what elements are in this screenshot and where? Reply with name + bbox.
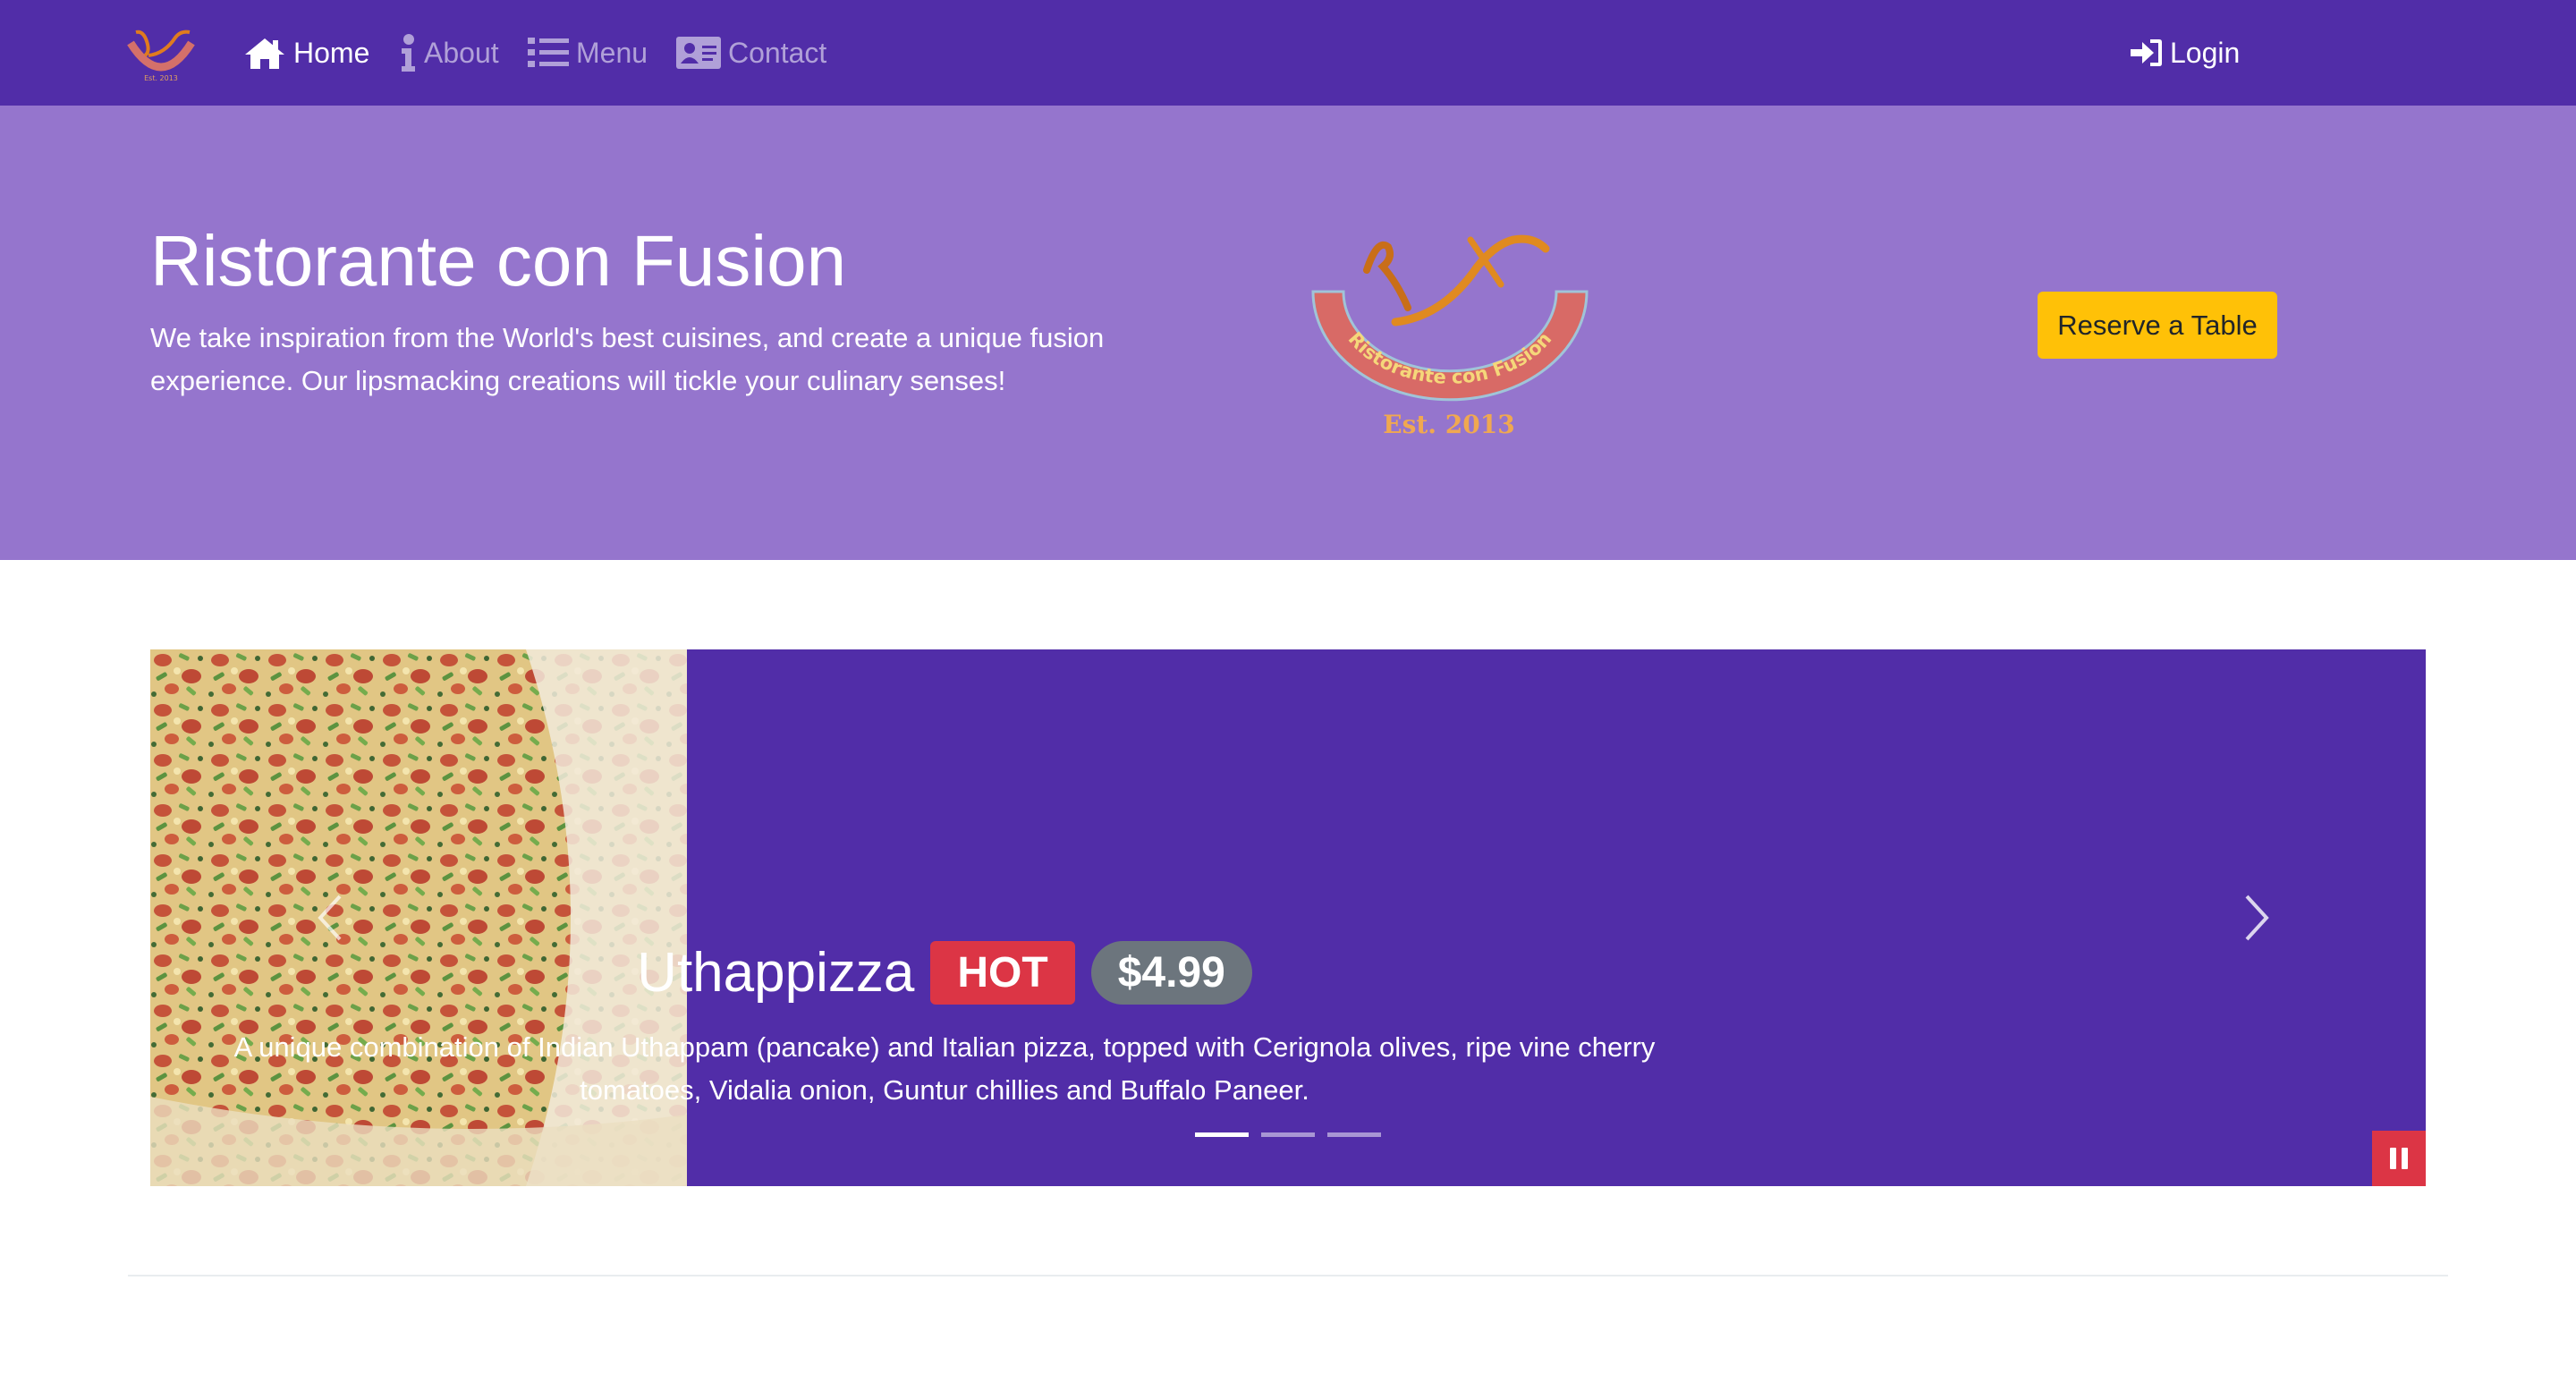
carousel-next-button[interactable] [2227,891,2281,945]
nav-item-label: Menu [576,36,648,69]
address-card-icon [676,37,721,69]
pause-icon [2402,1148,2408,1169]
list-icon [528,38,569,67]
nav-item-label: Home [293,36,370,69]
brand-logo[interactable]: Est. 2013 [125,21,197,84]
nav-item-label: Contact [728,36,827,69]
pause-icon [2390,1148,2396,1169]
restaurant-logo: Ristorante con Fusion Est. 2013 [1288,211,1610,444]
nav-item-home[interactable]: Home [243,0,369,106]
restaurant-logo-icon: Ristorante con Fusion Est. 2013 [1311,234,1589,439]
dish-name: Uthappizza [637,942,915,1004]
sign-in-icon [2131,39,2162,66]
chevron-left-icon [318,895,342,941]
section-divider [128,1275,2448,1276]
carousel-indicators [1195,1132,1381,1137]
carousel-prev-button[interactable] [306,891,360,945]
nav-item-label: About [424,36,499,69]
svg-text:Est. 2013: Est. 2013 [1383,410,1514,439]
hot-badge: HOT [930,941,1075,1005]
caption-title: Uthappizza HOT $4.99 [150,941,1739,1005]
info-icon [402,34,415,72]
carousel-indicator[interactable] [1261,1132,1315,1137]
price-badge: $4.99 [1090,941,1252,1005]
login-label: Login [2170,36,2241,69]
carousel-pause-button[interactable] [2372,1131,2426,1186]
nav-item-menu[interactable]: Menu [528,0,648,106]
restaurant-logo-icon: Est. 2013 [127,30,195,82]
jumbotron-description: We take inspiration from the World's bes… [150,322,1105,396]
featured-carousel: Uthappizza HOT $4.99 A unique combinatio… [150,649,2426,1186]
nav-item-about[interactable]: About [399,0,499,106]
nav-item-contact[interactable]: Contact [676,0,826,106]
carousel-caption: Uthappizza HOT $4.99 A unique combinatio… [150,941,1739,1112]
carousel-indicator[interactable] [1327,1132,1381,1137]
chevron-right-icon [2245,895,2269,941]
login-button[interactable]: Login [2131,0,2240,106]
dish-description: A unique combination of Indian Uthappam … [233,1031,1656,1106]
jumbotron: Ristorante con Fusion We take inspiratio… [0,106,2576,560]
svg-text:Est. 2013: Est. 2013 [144,74,178,82]
home-icon [245,38,284,69]
page-title: Ristorante con Fusion [150,221,847,301]
carousel-indicator[interactable] [1195,1132,1249,1137]
reserve-table-button[interactable]: Reserve a Table [2038,292,2277,359]
navbar: Est. 2013 Home About Menu Contact Login [0,0,2576,106]
